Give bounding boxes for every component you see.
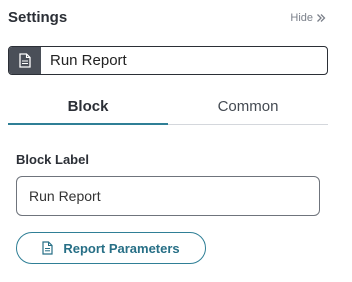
tab-common[interactable]: Common (168, 90, 328, 124)
settings-tabs: Block Common (8, 90, 328, 125)
report-parameters-button[interactable]: Report Parameters (16, 232, 206, 264)
panel-header: Settings Hide (8, 9, 326, 29)
tab-block[interactable]: Block (8, 90, 168, 125)
block-name-field (8, 46, 328, 75)
document-icon (9, 47, 41, 74)
chevron-double-right-icon (316, 13, 326, 23)
panel-title: Settings (8, 9, 68, 26)
hide-button[interactable]: Hide (290, 12, 326, 24)
hide-label: Hide (290, 12, 313, 24)
settings-panel: Settings Hide Block Common Block Labe (0, 0, 352, 282)
document-icon (42, 241, 53, 255)
block-label-input[interactable] (16, 176, 320, 216)
block-name-input[interactable] (41, 47, 327, 74)
report-parameters-label: Report Parameters (63, 240, 180, 256)
block-label-heading: Block Label (16, 152, 89, 167)
